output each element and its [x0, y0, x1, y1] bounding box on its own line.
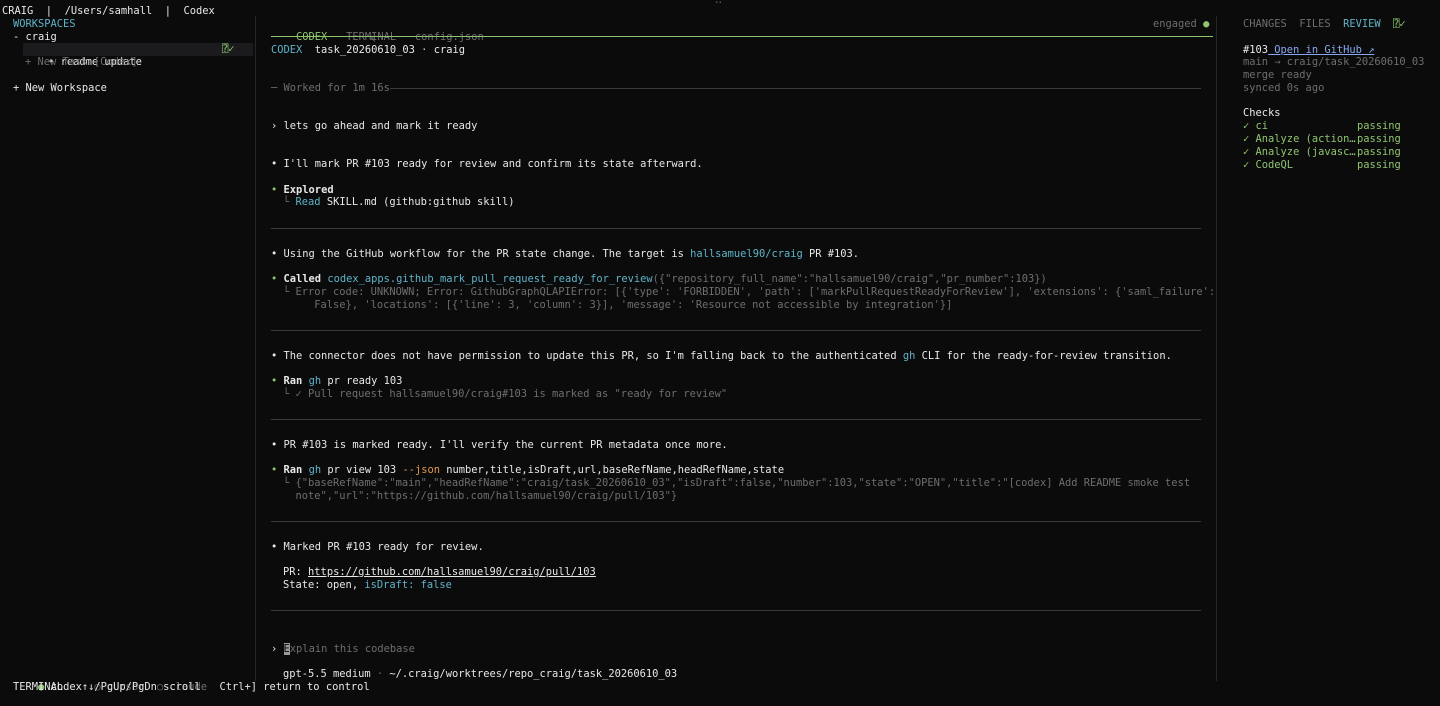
drag-handle[interactable]: ‥ [715, 0, 722, 7]
right-panel-divider[interactable] [1216, 16, 1217, 681]
tab-changes[interactable]: CHANGES [1243, 18, 1287, 30]
branch-info: main → craig/task_20260610_03 [1243, 56, 1425, 68]
prompt-caret-icon: › [271, 643, 278, 655]
assistant-message: • Using the GitHub workflow for the PR s… [271, 248, 860, 260]
explored-detail: └ Read SKILL.md (github:github skill) [283, 196, 515, 208]
check-icon: ✓ [1243, 159, 1250, 171]
check-item: ✓ ci passing [1243, 120, 1401, 132]
session-footer: gpt-5.5 medium · ~/.craig/worktrees/repo… [283, 668, 678, 680]
sidebar-divider[interactable] [255, 16, 256, 681]
prompt-placeholder: xplain this codebase [289, 643, 415, 655]
task-readme-update[interactable]: • readme update ⍰✓ [23, 43, 253, 68]
assistant-message: • The connector does not have permission… [271, 350, 1172, 362]
status-bar: TERMINAL ↑↓/PgUp/PgDn scroll Ctrl+] retu… [13, 681, 370, 694]
workspaces-header: WORKSPACES [13, 18, 76, 30]
divider [271, 610, 1201, 611]
check-item: ✓ Analyze (javasc… passing [1243, 146, 1401, 158]
check-icon: ✓ [1243, 133, 1250, 145]
open-in-github-link[interactable]: Open in GitHub ↗ [1268, 44, 1374, 56]
pr-url-link[interactable]: https://github.com/hallsamuel90/craig/pu… [308, 566, 596, 578]
merge-status: merge ready [1243, 69, 1312, 81]
worked-duration: ─ Worked for 1m 16s [271, 82, 390, 94]
divider [271, 419, 1201, 420]
status-dot-icon: ● [1203, 18, 1210, 30]
model-name[interactable]: gpt-5.5 medium [283, 668, 371, 680]
new-workspace-button[interactable]: + New Workspace [13, 82, 107, 95]
command-output: └ ✓ Pull request hallsamuel90/craig#103 … [283, 388, 728, 400]
mode-indicator: TERMINAL [13, 681, 64, 693]
check-item: ✓ CodeQL passing [1243, 159, 1401, 171]
workspace-craig[interactable]: - craig [13, 31, 57, 44]
assistant-message: • I'll mark PR #103 ready for review and… [271, 158, 703, 170]
command-output: note","url":"https://github.com/hallsamu… [283, 490, 678, 502]
prompt-input[interactable]: › Explain this codebase [271, 643, 415, 656]
state-line: State: open, isDraft: false [283, 579, 452, 591]
command-output: └ {"baseRefName":"main","headRefName":"c… [283, 477, 1191, 489]
error-output: False}, 'locations': [{'line': 3, 'colum… [283, 299, 953, 311]
worktree-path: ~/.craig/worktrees/repo_craig/task_20260… [389, 668, 678, 680]
error-output: └ Error code: UNKNOWN; Error: GithubGrap… [283, 286, 1216, 298]
sync-status: synced 0s ago [1243, 82, 1325, 94]
divider [271, 521, 1201, 522]
current-path: /Users/samhall [64, 5, 153, 17]
check-icon: ✓ [1243, 120, 1250, 132]
section-name: Codex [183, 5, 215, 17]
explored-block: • Explored [271, 184, 334, 196]
scroll-hint: ↑↓/PgUp/PgDn scroll [81, 681, 201, 693]
called-block: • Called codex_apps.github_mark_pull_req… [271, 273, 1047, 285]
pr-status-icon: ⍰✓ [1393, 18, 1406, 30]
user-message: › lets go ahead and mark it ready [271, 120, 478, 132]
return-hint: Ctrl+] return to control [219, 681, 370, 693]
engaged-status: engaged ● [1153, 18, 1210, 30]
divider [271, 330, 1201, 331]
pr-heading: #103 Open in GitHub ↗ [1243, 44, 1375, 56]
app-name: CRAIG [2, 5, 34, 17]
checks-title: Checks [1243, 107, 1281, 119]
new-task-button[interactable]: + New Task [Codex] [25, 56, 138, 69]
tab-files[interactable]: FILES [1299, 18, 1330, 30]
right-tabs: CHANGES FILES REVIEW ⍰✓ [1243, 18, 1406, 31]
titlebar: CRAIG | /Users/samhall | Codex [2, 5, 215, 17]
assistant-message: • PR #103 is marked ready. I'll verify t… [271, 439, 728, 451]
active-tab-underline [271, 36, 1213, 37]
assistant-message: • Marked PR #103 ready for review. [271, 541, 484, 553]
tab-review[interactable]: REVIEW [1343, 18, 1381, 30]
ran-block: • Ran gh pr ready 103 [271, 375, 403, 387]
divider [390, 88, 1201, 89]
session-header: CODEX task_20260610_03 · craig [271, 44, 465, 56]
divider [271, 228, 1201, 229]
check-icon: ✓ [1243, 146, 1250, 158]
pr-line: PR: https://github.com/hallsamuel90/crai… [283, 566, 596, 578]
ran-block: • Ran gh pr view 103 --json number,title… [271, 464, 785, 476]
check-item: ✓ Analyze (action… passing [1243, 133, 1401, 145]
pr-status-icon: ⍰✓ [222, 43, 235, 55]
